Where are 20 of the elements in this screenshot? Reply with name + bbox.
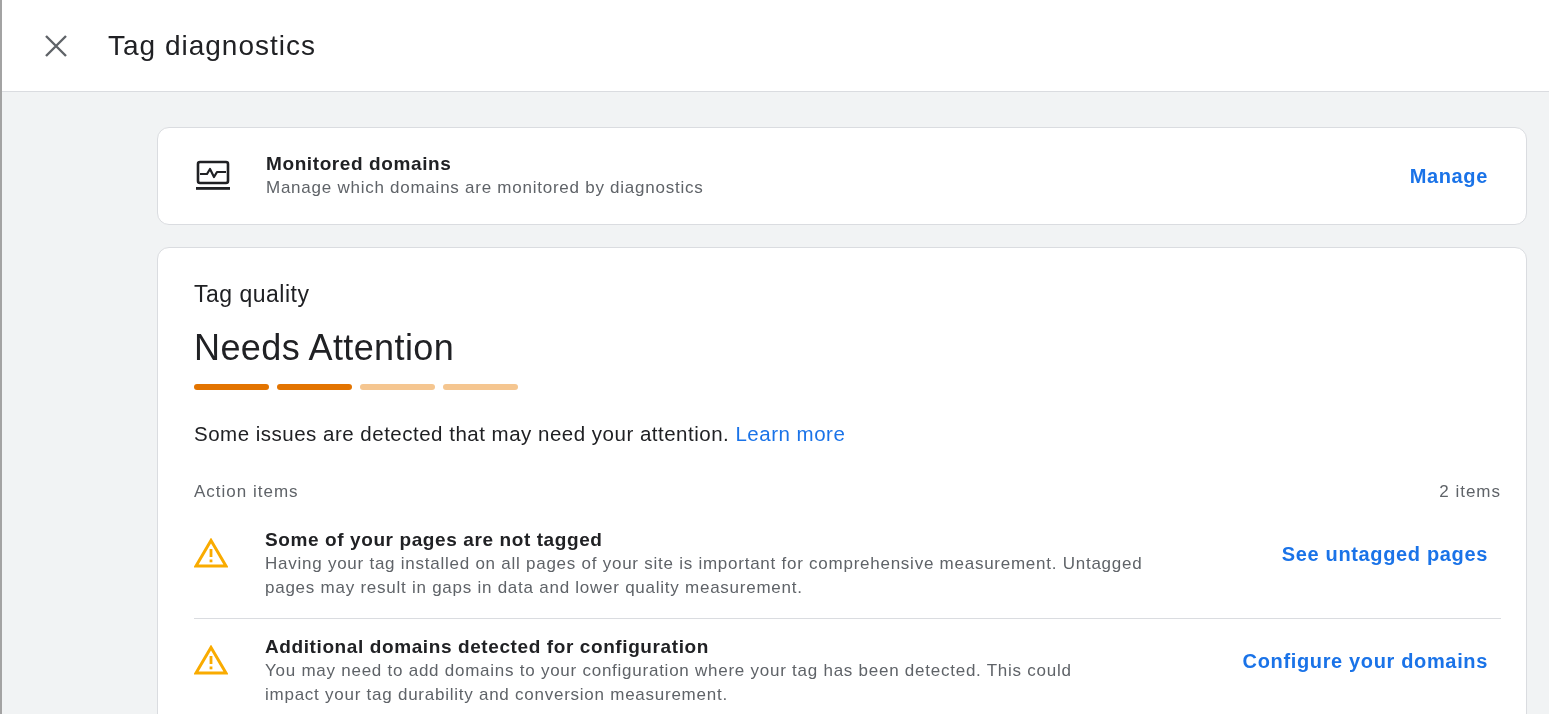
action-item-description: Having your tag installed on all pages of your site is important for comprehensive measurement. Untagged pages may result in gaps in data and lower quality measurement.: [265, 553, 1144, 599]
action-item-description: You may need to add domains to your configuration where your tag has been detected. This could impact your tag durability and conversion measurement.: [265, 660, 1073, 706]
monitor-pulse-icon: [195, 160, 231, 192]
page-title: Tag diagnostics: [108, 28, 316, 63]
quality-status: Needs Attention: [194, 326, 456, 370]
summary-text: Some issues are detected that may need your attention. Learn more: [194, 421, 847, 447]
action-items-heading: Action items: [194, 481, 299, 503]
warning-icon: [194, 645, 228, 675]
action-item-title: Some of your pages are not tagged: [265, 528, 604, 552]
manage-link[interactable]: Manage: [1409, 162, 1488, 190]
item-count: 2 items: [1439, 481, 1501, 503]
action-item-title: Additional domains detected for configuration: [265, 635, 710, 659]
section-label: Tag quality: [194, 280, 311, 308]
learn-more-link[interactable]: Learn more: [735, 422, 846, 445]
action-link[interactable]: See untagged pages: [1281, 540, 1488, 568]
card-subtitle: Manage which domains are monitored by diagnostics: [266, 177, 705, 199]
warning-icon: [194, 538, 228, 568]
close-icon: [45, 34, 67, 57]
card-title: Monitored domains: [266, 152, 453, 176]
action-link[interactable]: Configure your domains: [1242, 647, 1488, 675]
